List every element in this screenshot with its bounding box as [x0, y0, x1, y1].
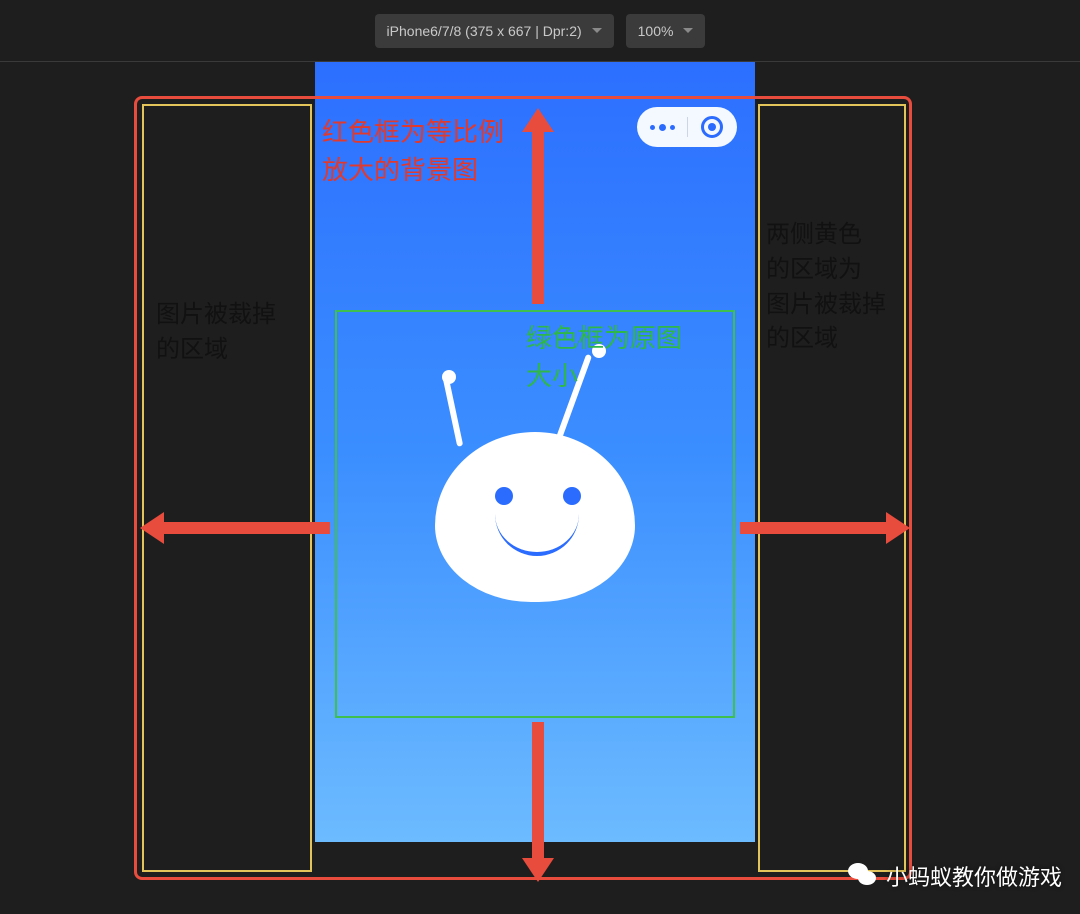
zoom-select-label: 100%	[638, 23, 674, 39]
arrow-left-icon	[140, 512, 330, 544]
miniprogram-capsule[interactable]	[637, 107, 737, 147]
watermark-text: 小蚂蚁教你做游戏	[886, 860, 1062, 892]
red-box-annotation: 红色框为等比例 放大的背景图	[322, 114, 504, 189]
watermark: 小蚂蚁教你做游戏	[848, 860, 1062, 892]
arrow-right-icon	[740, 512, 910, 544]
close-icon[interactable]	[688, 107, 736, 147]
wechat-icon	[848, 861, 878, 891]
arrow-down-icon	[522, 722, 554, 882]
device-select-label: iPhone6/7/8 (375 x 667 | Dpr:2)	[387, 23, 582, 39]
arrow-up-icon	[522, 108, 554, 304]
zoom-select[interactable]: 100%	[626, 14, 706, 48]
chevron-down-icon	[683, 28, 693, 33]
more-icon[interactable]	[639, 107, 687, 147]
green-box-annotation: 绿色框为原图 大小	[526, 320, 682, 395]
workspace: 红色框为等比例 放大的背景图 绿色框为原图 大小 图片被裁掉 的区域 两侧黄色 …	[0, 62, 1080, 914]
crop-right-annotation: 两侧黄色 的区域为 图片被裁掉 的区域	[766, 218, 886, 357]
yellow-outline-left	[142, 104, 312, 872]
crop-left-annotation: 图片被裁掉 的区域	[156, 298, 276, 368]
chevron-down-icon	[592, 28, 602, 33]
devtools-toolbar: iPhone6/7/8 (375 x 667 | Dpr:2) 100%	[0, 0, 1080, 62]
device-select[interactable]: iPhone6/7/8 (375 x 667 | Dpr:2)	[375, 14, 614, 48]
